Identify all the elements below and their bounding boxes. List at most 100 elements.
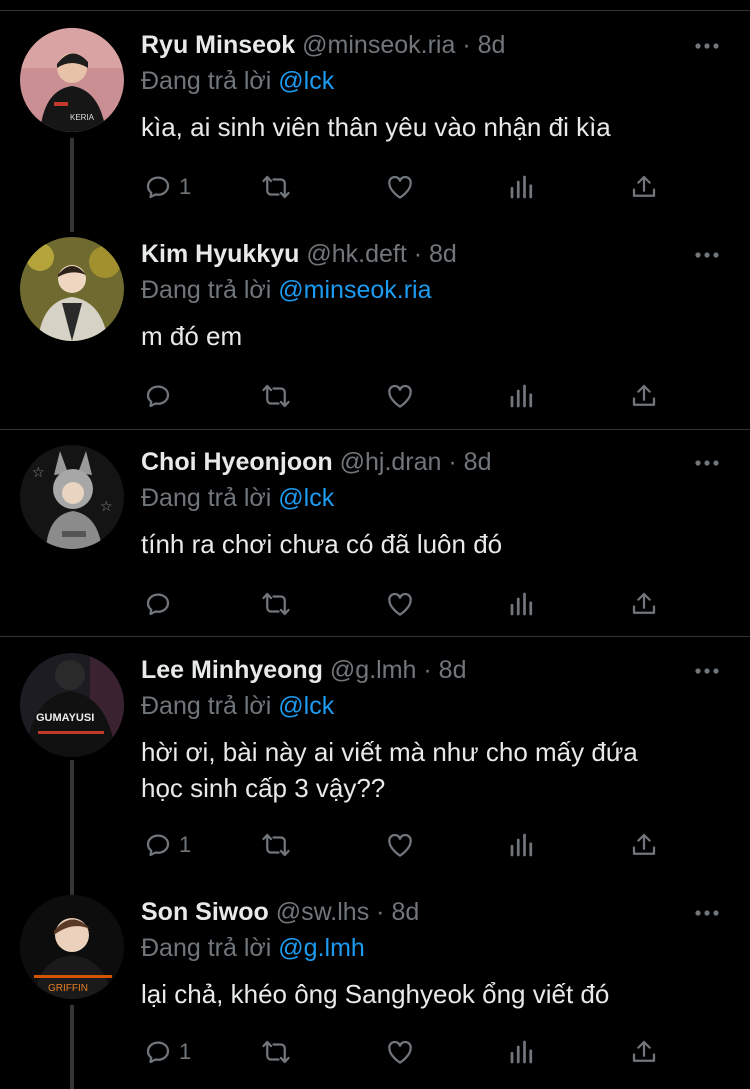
stats-button[interactable] xyxy=(507,378,537,414)
separator-dot: · xyxy=(413,240,423,268)
display-name[interactable]: Kim Hyukkyu xyxy=(141,240,299,268)
like-icon xyxy=(388,1040,412,1064)
mention-link[interactable]: @minseok.ria xyxy=(278,276,431,304)
stats-button[interactable] xyxy=(507,586,537,622)
retweet-button[interactable] xyxy=(261,169,291,205)
tweet-header: Son Siwoo @sw.lhs · 8d xyxy=(141,895,419,929)
tweet-text: hời ơi, bài này ai viết mà như cho mấy đ… xyxy=(141,734,721,806)
action-bar: 1 xyxy=(141,1034,681,1070)
tweet-header: Kim Hyukkyu @hk.deft · 8d xyxy=(141,237,457,271)
like-button[interactable] xyxy=(385,169,415,205)
avatar[interactable]: ☆ ☆ xyxy=(20,445,124,549)
mention-link[interactable]: @lck xyxy=(278,484,334,512)
share-button[interactable] xyxy=(629,1034,659,1070)
retweet-icon xyxy=(262,175,290,199)
separator-dot: · xyxy=(462,31,471,59)
action-bar: 1 xyxy=(141,827,681,863)
retweet-icon xyxy=(262,384,290,408)
reply-button[interactable] xyxy=(143,378,179,414)
retweet-button[interactable] xyxy=(261,378,291,414)
svg-text:GUMAYUSI: GUMAYUSI xyxy=(36,712,94,724)
action-bar: 1 xyxy=(141,169,681,205)
display-name[interactable]: Son Siwoo xyxy=(141,898,269,926)
timestamp[interactable]: 8d xyxy=(478,31,506,59)
like-button[interactable] xyxy=(385,378,415,414)
replying-to: Đang trả lời @lck xyxy=(141,689,334,723)
tweet[interactable]: ☆ ☆ Choi Hyeonjoon @hj.dran · 8d Đang tr… xyxy=(0,445,750,635)
more-options-icon[interactable] xyxy=(694,447,720,477)
stats-button[interactable] xyxy=(507,169,537,205)
like-button[interactable] xyxy=(385,586,415,622)
tweet-header: Lee Minhyeong @g.lmh · 8d xyxy=(141,653,466,687)
reply-icon xyxy=(146,1041,170,1064)
retweet-button[interactable] xyxy=(261,827,291,863)
reply-count: 1 xyxy=(179,1039,192,1064)
avatar[interactable]: GRIFFIN xyxy=(20,895,124,999)
retweet-icon xyxy=(262,1040,290,1064)
handle[interactable]: @minseok.ria xyxy=(302,31,455,59)
avatar[interactable]: KERIA xyxy=(20,28,124,132)
handle[interactable]: @hk.deft xyxy=(306,240,406,268)
like-button[interactable] xyxy=(385,827,415,863)
display-name[interactable]: Ryu Minseok xyxy=(141,31,295,59)
mention-link[interactable]: @g.lmh xyxy=(278,934,365,962)
mention-link[interactable]: @lck xyxy=(278,692,334,720)
more-options-icon[interactable] xyxy=(694,897,720,927)
retweet-button[interactable] xyxy=(261,1034,291,1070)
retweet-button[interactable] xyxy=(261,586,291,622)
handle[interactable]: @sw.lhs xyxy=(276,898,369,926)
svg-text:☆: ☆ xyxy=(100,499,113,515)
avatar[interactable] xyxy=(20,237,124,341)
display-name[interactable]: Choi Hyeonjoon xyxy=(141,448,333,476)
tweet[interactable]: KERIA Ryu Minseok @minseok.ria · 8d Đang… xyxy=(0,28,750,228)
share-button[interactable] xyxy=(629,586,659,622)
reply-button[interactable]: 1 xyxy=(143,169,191,205)
share-icon xyxy=(632,592,656,614)
divider xyxy=(0,429,750,430)
separator-dot: · xyxy=(376,898,385,926)
timestamp[interactable]: 8d xyxy=(439,656,467,684)
share-button[interactable] xyxy=(629,827,659,863)
reply-button[interactable]: 1 xyxy=(143,827,191,863)
more-options-icon[interactable] xyxy=(694,30,720,60)
more-options-icon[interactable] xyxy=(694,655,720,685)
separator-dot: · xyxy=(423,656,432,684)
tweet-text-line: hời ơi, bài này ai viết mà như cho mấy đ… xyxy=(141,737,638,767)
action-bar xyxy=(141,378,681,414)
tweet[interactable]: GRIFFIN Son Siwoo @sw.lhs · 8d Đang trả … xyxy=(0,895,750,1089)
svg-text:☆: ☆ xyxy=(32,465,45,481)
share-button[interactable] xyxy=(629,378,659,414)
share-button[interactable] xyxy=(629,169,659,205)
replying-to-label: Đang trả lời xyxy=(141,692,272,720)
divider xyxy=(0,636,750,637)
display-name[interactable]: Lee Minhyeong xyxy=(141,656,323,684)
retweet-icon xyxy=(262,833,290,857)
tweet-text: kìa, ai sinh viên thân yêu vào nhận đi k… xyxy=(141,112,611,142)
avatar[interactable]: GUMAYUSI xyxy=(20,653,124,757)
stats-icon xyxy=(510,1040,533,1064)
reply-button[interactable] xyxy=(143,586,179,622)
replying-to-label: Đang trả lời xyxy=(141,484,272,512)
like-icon xyxy=(388,833,412,857)
like-button[interactable] xyxy=(385,1034,415,1070)
handle[interactable]: @hj.dran xyxy=(340,448,442,476)
replying-to-label: Đang trả lời xyxy=(141,67,272,95)
stats-button[interactable] xyxy=(507,1034,537,1070)
share-icon xyxy=(632,833,656,855)
more-options-icon[interactable] xyxy=(694,239,720,269)
timestamp[interactable]: 8d xyxy=(464,448,492,476)
tweet-text: tính ra chơi chưa có đã luôn đó xyxy=(141,529,503,559)
share-icon xyxy=(632,1040,656,1062)
stats-button[interactable] xyxy=(507,827,537,863)
tweet[interactable]: GUMAYUSI Lee Minhyeong @g.lmh · 8d Đang … xyxy=(0,653,750,888)
reply-button[interactable]: 1 xyxy=(143,1034,191,1070)
timestamp[interactable]: 8d xyxy=(429,240,457,268)
tweet-text-line: học sinh cấp 3 vậy?? xyxy=(141,773,386,803)
like-icon xyxy=(388,175,412,199)
timestamp[interactable]: 8d xyxy=(391,898,419,926)
mention-link[interactable]: @lck xyxy=(278,67,334,95)
reply-icon xyxy=(146,385,170,408)
handle[interactable]: @g.lmh xyxy=(330,656,417,684)
tweet[interactable]: Kim Hyukkyu @hk.deft · 8d Đang trả lời @… xyxy=(0,237,750,427)
like-icon xyxy=(388,384,412,408)
